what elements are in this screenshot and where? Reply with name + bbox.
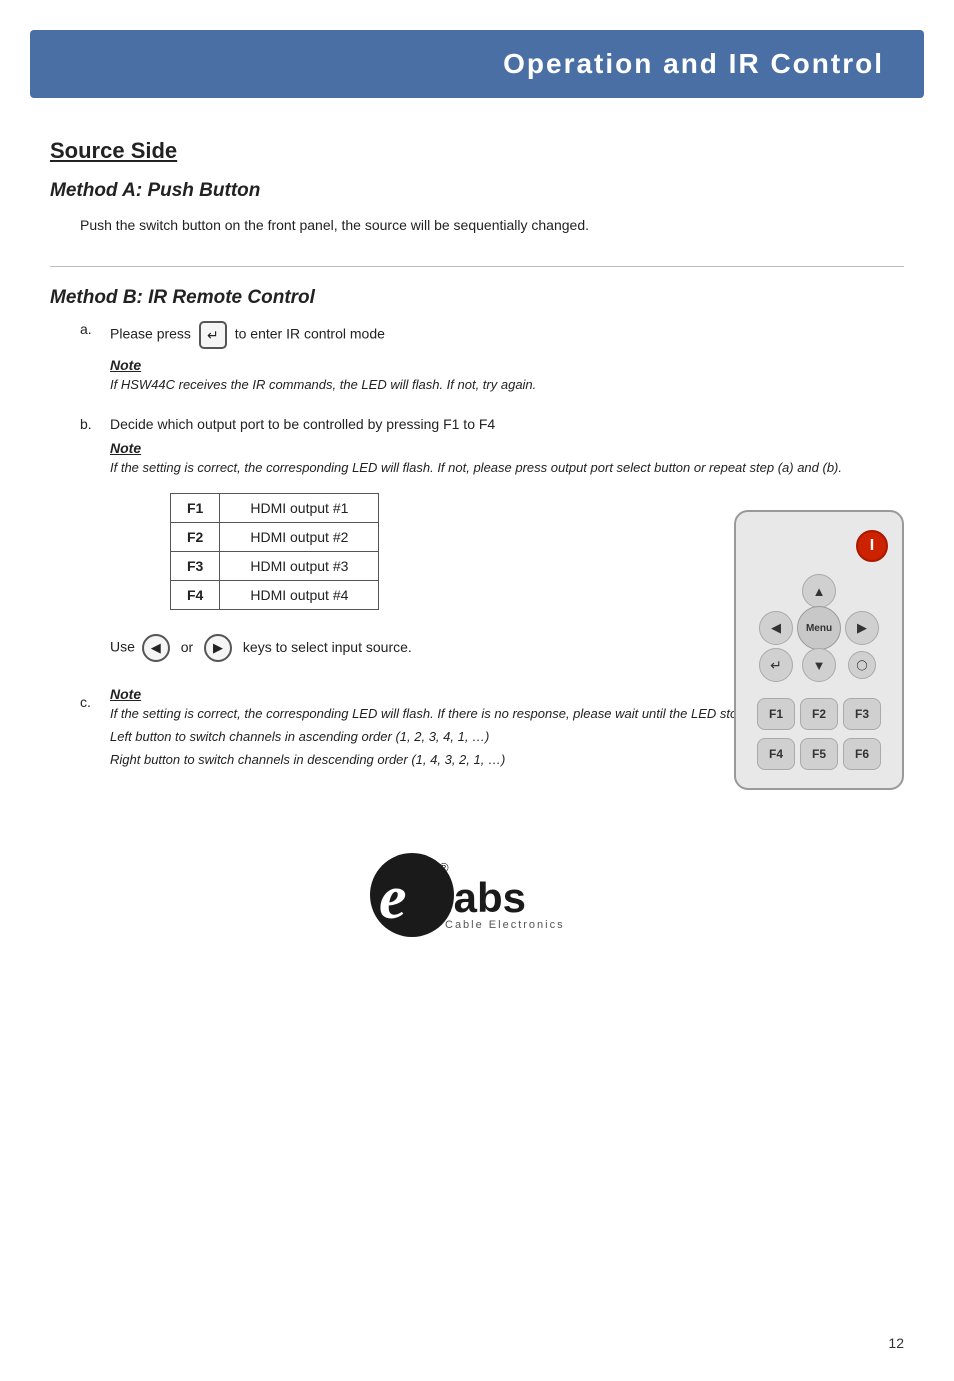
f2-label: F2 [812, 707, 826, 721]
extra-button[interactable]: ◯ [848, 651, 876, 679]
left-arrow-icon: ◀ [142, 634, 170, 662]
svg-text:e: e [379, 864, 407, 932]
table-row: F2HDMI output #2 [171, 522, 379, 551]
step-c-label: c. [80, 694, 110, 710]
header-banner: Operation and IR Control [30, 30, 924, 98]
step-a: a. Please press ↵ to enter IR control mo… [80, 321, 904, 396]
enter-icon: ↵ [770, 657, 782, 674]
step-c-text-after: keys to select input source. [243, 639, 412, 655]
f3-button[interactable]: F3 [843, 698, 881, 730]
step-b-label: b. [80, 416, 110, 432]
table-cell-key: F4 [171, 580, 220, 609]
enter-key-icon: ↵ [199, 321, 227, 349]
hdmi-table: F1HDMI output #1F2HDMI output #2F3HDMI o… [170, 493, 379, 610]
table-cell-value: HDMI output #3 [220, 551, 379, 580]
method-a-title: Method A: Push Button [50, 180, 904, 202]
method-a-section: Method A: Push Button Push the switch bu… [50, 180, 904, 236]
f1-label: F1 [769, 707, 783, 721]
table-cell-key: F2 [171, 522, 220, 551]
enter-button[interactable]: ↵ [759, 648, 793, 682]
section-title: Source Side [50, 138, 904, 164]
step-b-note-label: Note [110, 440, 904, 456]
f2-button[interactable]: F2 [800, 698, 838, 730]
step-a-content: Please press ↵ to enter IR control mode … [110, 321, 904, 396]
fn-row-2: F4 F5 F6 [757, 738, 881, 770]
f6-label: F6 [855, 747, 869, 761]
table-cell-key: F1 [171, 493, 220, 522]
power-row: I [750, 530, 888, 562]
f3-label: F3 [855, 707, 869, 721]
fn-row-1: F1 F2 F3 [757, 698, 881, 730]
extra-icon: ◯ [856, 660, 867, 671]
step-a-text: Please press [110, 326, 191, 342]
table-cell-value: HDMI output #2 [220, 522, 379, 551]
right-arrow-icon: ▶ [204, 634, 232, 662]
up-button[interactable]: ▲ [802, 574, 836, 608]
remote-control: I ▲ ◀ Menu ▶ ↵ ▼ [734, 510, 904, 790]
page-number: 12 [888, 1335, 904, 1351]
power-icon: I [870, 537, 874, 555]
page-title: Operation and IR Control [30, 48, 884, 80]
f4-button[interactable]: F4 [757, 738, 795, 770]
f5-button[interactable]: F5 [800, 738, 838, 770]
method-b-title: Method B: IR Remote Control [50, 287, 904, 309]
table-cell-value: HDMI output #4 [220, 580, 379, 609]
table-cell-key: F3 [171, 551, 220, 580]
step-b-text: Decide which output port to be controlle… [110, 416, 495, 432]
f4-label: F4 [769, 747, 783, 761]
left-icon: ◀ [771, 620, 781, 636]
svg-text:®: ® [439, 860, 449, 875]
f1-button[interactable]: F1 [757, 698, 795, 730]
right-button[interactable]: ▶ [845, 611, 879, 645]
step-c-text-before: Use [110, 639, 135, 655]
right-icon: ▶ [857, 620, 867, 636]
menu-label: Menu [806, 623, 832, 634]
step-a-text2: to enter IR control mode [235, 326, 385, 342]
table-row: F1HDMI output #1 [171, 493, 379, 522]
table-row: F4HDMI output #4 [171, 580, 379, 609]
svg-text:labs: labs [442, 874, 526, 921]
down-button[interactable]: ▼ [802, 648, 836, 682]
step-a-note-label: Note [110, 357, 904, 373]
nav-cluster: ▲ ◀ Menu ▶ ↵ ▼ ◯ [758, 574, 880, 682]
up-icon: ▲ [813, 584, 826, 599]
menu-button[interactable]: Menu [797, 606, 841, 650]
step-c-text-middle: or [181, 639, 193, 655]
table-cell-value: HDMI output #1 [220, 493, 379, 522]
step-a-label: a. [80, 321, 110, 337]
remote-body: I ▲ ◀ Menu ▶ ↵ ▼ [734, 510, 904, 790]
f6-button[interactable]: F6 [843, 738, 881, 770]
power-button[interactable]: I [856, 530, 888, 562]
svg-text:Cable Electronics: Cable Electronics [445, 919, 565, 931]
left-button[interactable]: ◀ [759, 611, 793, 645]
method-a-body: Push the switch button on the front pane… [80, 214, 904, 236]
step-b-note-text: If the setting is correct, the correspon… [110, 458, 904, 479]
f5-label: F5 [812, 747, 826, 761]
logo-area: e ® labs Cable Electronics [50, 850, 904, 940]
logo-svg: e ® labs Cable Electronics [367, 850, 587, 940]
step-a-note-text: If HSW44C receives the IR commands, the … [110, 375, 904, 396]
down-icon: ▼ [813, 658, 826, 673]
table-row: F3HDMI output #3 [171, 551, 379, 580]
